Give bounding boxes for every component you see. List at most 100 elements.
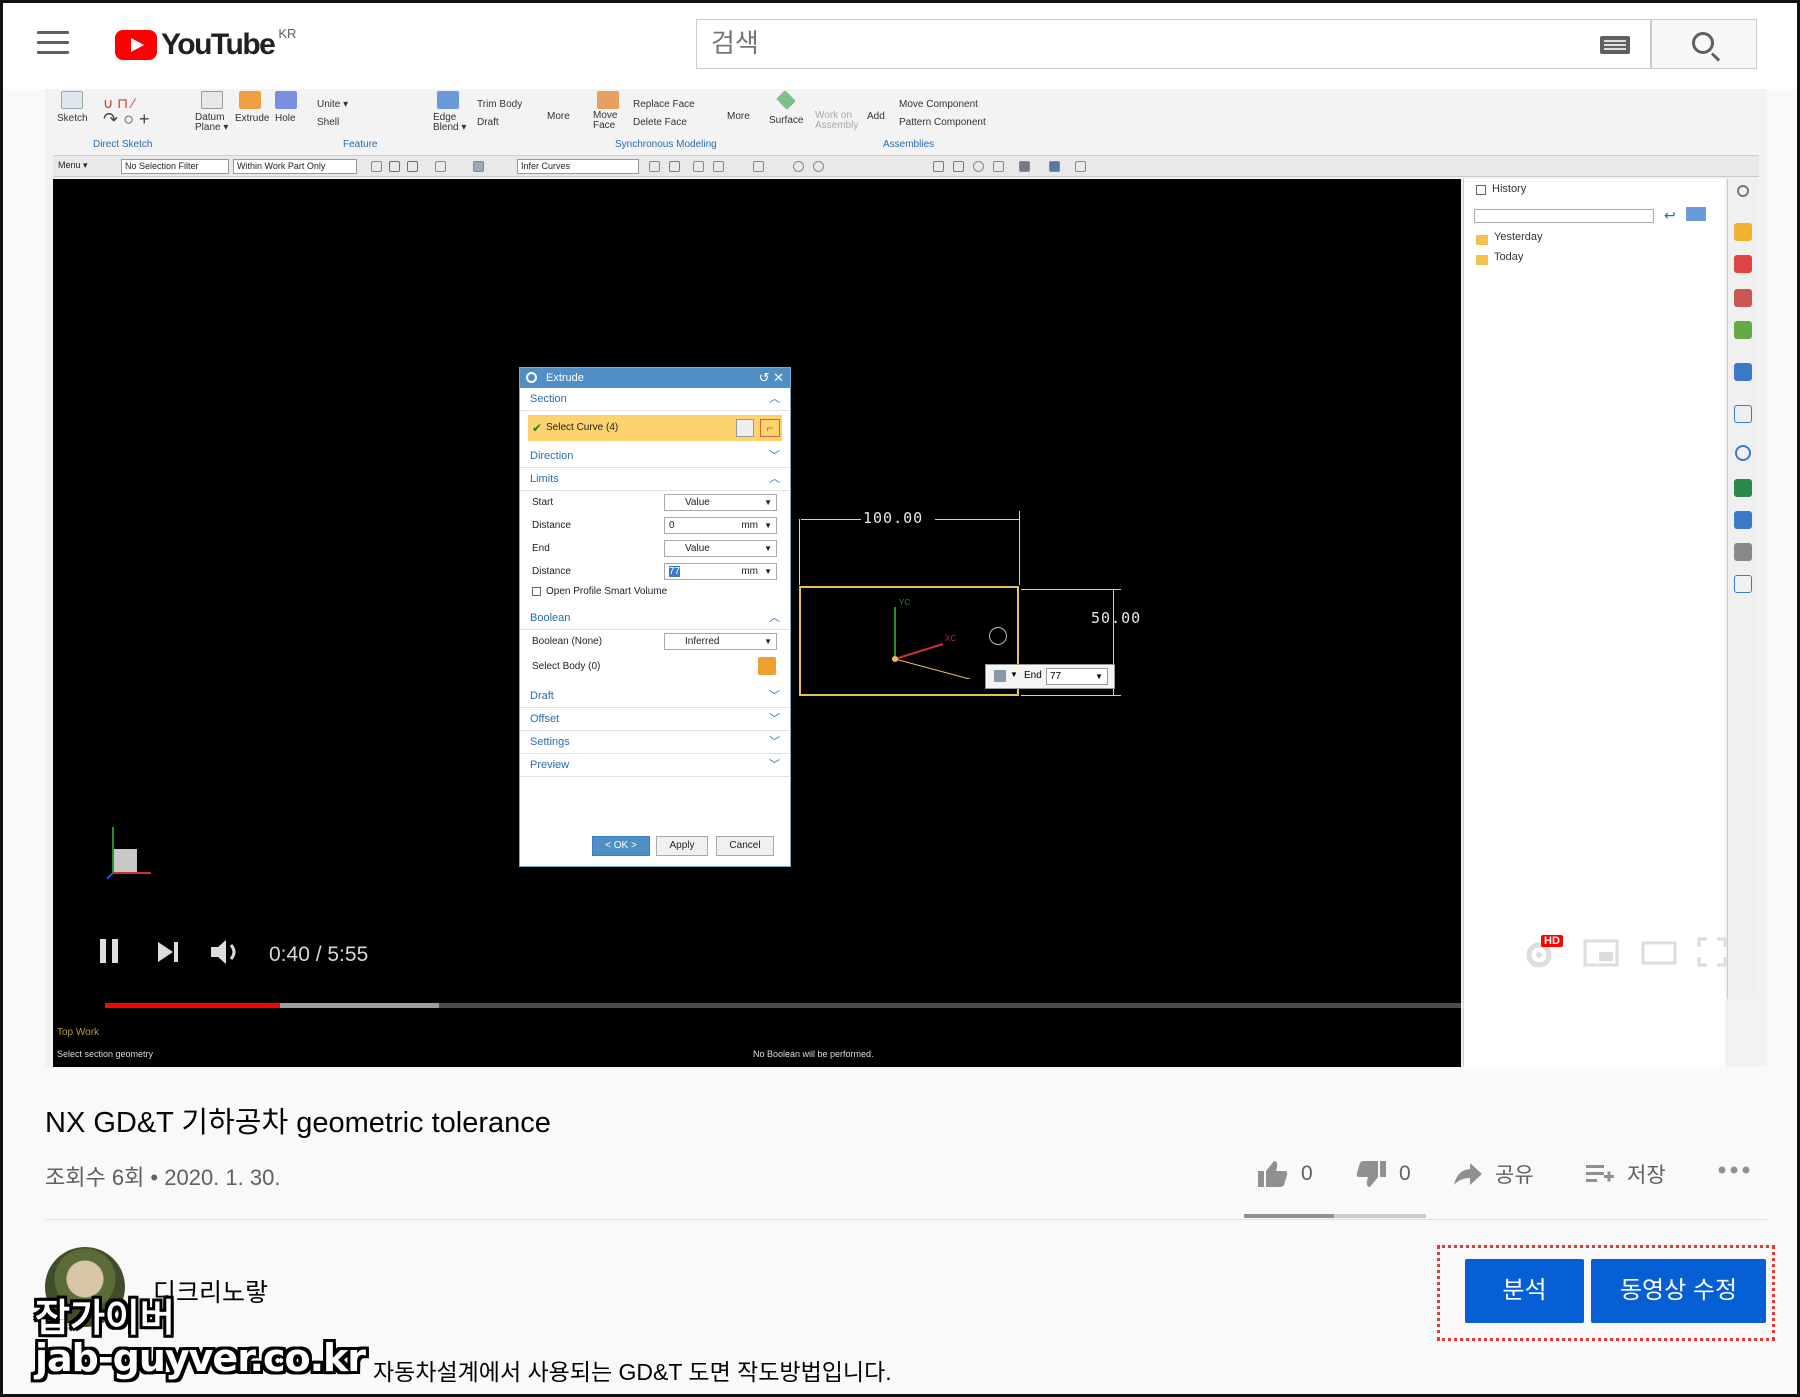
pause-icon[interactable] (97, 937, 121, 970)
history-filter-dropdown[interactable] (1474, 209, 1654, 223)
ribbon-surface[interactable]: Surface (769, 115, 803, 126)
start-distance-input[interactable]: 0 mm ▼ (664, 517, 777, 534)
cancel-button[interactable]: Cancel (716, 836, 774, 856)
keyboard-icon[interactable] (1600, 36, 1630, 54)
section-header[interactable]: Section ︿ (520, 388, 790, 411)
ribbon-unite[interactable]: Unite ▾ (317, 99, 348, 110)
end-distance-input[interactable]: 77 mm ▼ (664, 563, 777, 580)
toolbar-snap-icon[interactable] (813, 161, 824, 172)
preview-header[interactable]: Preview ﹀ (520, 754, 790, 777)
start-type-dropdown[interactable]: Value ▼ (664, 494, 777, 511)
direction-header[interactable]: Direction ﹀ (520, 445, 790, 468)
ribbon-delete-face[interactable]: Delete Face (633, 117, 687, 128)
limits-header[interactable]: Limits ︿ (520, 468, 790, 491)
ok-button[interactable]: < OK > (592, 836, 650, 856)
constraint-navigator-icon[interactable] (1734, 289, 1752, 307)
toolbar-view-icon[interactable] (933, 161, 944, 172)
history-item-today[interactable]: Today (1494, 251, 1523, 263)
web-browser-icon[interactable] (1734, 363, 1752, 381)
width-dimension[interactable]: 100.00 (863, 509, 923, 527)
miniplayer-icon[interactable] (1583, 939, 1619, 972)
save-button[interactable]: 저장 (1585, 1159, 1666, 1189)
toolbar-view-icon[interactable] (1019, 161, 1030, 172)
curve-select-icon[interactable]: ⌐ (760, 419, 780, 437)
youtube-logo[interactable]: YouTube KR (115, 26, 296, 63)
hamburger-menu-icon[interactable] (37, 31, 69, 57)
apply-button[interactable]: Apply (656, 836, 708, 856)
end-type-dropdown[interactable]: Value ▼ (664, 540, 777, 557)
ribbon-edge-blend[interactable]: Edge Blend ▾ (433, 113, 469, 133)
select-curve-field[interactable]: ✔ Select Curve (4) ⌐ (528, 415, 782, 441)
ribbon-extrude[interactable]: Extrude (235, 113, 269, 124)
volume-icon[interactable] (209, 937, 245, 972)
boolean-header[interactable]: Boolean ︿ (520, 607, 790, 630)
ribbon-hole[interactable]: Hole (275, 113, 296, 124)
dialog-reset-close-icon[interactable]: ↺ ✕ (759, 368, 784, 388)
toolbar-tool-icon[interactable] (407, 161, 418, 172)
toolbar-view-icon[interactable] (953, 161, 964, 172)
video-player[interactable]: Sketch ∪ ⊓ ∕ ↷ ○ + Direct Sketch Datum P… (45, 89, 1767, 1067)
reuse-library-icon[interactable] (1734, 321, 1752, 339)
ribbon-add[interactable]: Add (867, 111, 885, 122)
dislike-button[interactable]: 0 (1355, 1159, 1411, 1189)
fullscreen-icon[interactable] (1697, 937, 1727, 972)
more-actions-icon[interactable] (1717, 1165, 1763, 1175)
checkbox-icon[interactable] (532, 586, 541, 596)
settings-gear-icon[interactable] (1737, 185, 1749, 197)
ribbon-shell[interactable]: Shell (317, 117, 339, 128)
open-profile-row[interactable]: Open Profile Smart Volume (520, 583, 790, 603)
toolbar-snap-icon[interactable] (693, 161, 704, 172)
document-icon[interactable] (1734, 405, 1752, 423)
ribbon-more-2[interactable]: More (727, 111, 750, 122)
history-image-icon[interactable] (1686, 207, 1706, 221)
analytics-button[interactable]: 분석 (1465, 1259, 1584, 1323)
ribbon-move-face[interactable]: Move Face (593, 111, 625, 131)
toolbar-snap-icon[interactable] (753, 161, 764, 172)
curve-rule-dropdown[interactable]: Infer Curves (517, 159, 639, 174)
ribbon-move-component[interactable]: Move Component (899, 99, 978, 110)
selection-scope-dropdown[interactable]: Within Work Part Only (233, 159, 357, 174)
toolbar-tool-icon[interactable] (435, 161, 446, 172)
offset-header[interactable]: Offset ﹀ (520, 708, 790, 731)
ribbon-draft[interactable]: Draft (477, 117, 499, 128)
video-progress-bar[interactable] (105, 1003, 1695, 1008)
theater-mode-icon[interactable] (1641, 941, 1677, 970)
toolbar-view-icon[interactable] (1049, 161, 1060, 172)
history-item-yesterday[interactable]: Yesterday (1494, 231, 1543, 243)
body-cube-icon[interactable] (758, 657, 776, 675)
grid-icon[interactable] (1734, 575, 1752, 593)
toolbar-snap-icon[interactable] (713, 161, 724, 172)
boolean-type-dropdown[interactable]: Inferred ▼ (664, 633, 777, 650)
roles-icon[interactable] (1734, 479, 1752, 497)
draft-header[interactable]: Draft ﹀ (520, 685, 790, 708)
ribbon-replace-face[interactable]: Replace Face (633, 99, 695, 110)
drag-handle-icon[interactable] (989, 627, 1007, 645)
toolbar-tool-icon[interactable] (389, 161, 400, 172)
share-button[interactable]: 공유 (1453, 1159, 1534, 1189)
toolbar-view-icon[interactable] (993, 161, 1004, 172)
toolbar-snap-icon[interactable] (793, 161, 804, 172)
history-back-icon[interactable]: ↩ (1664, 207, 1676, 224)
limit-type-icon[interactable] (994, 670, 1006, 682)
toolbar-view-icon[interactable] (1075, 161, 1086, 172)
ribbon-pattern-component[interactable]: Pattern Component (899, 117, 986, 128)
tool-icon[interactable] (1734, 543, 1752, 561)
selection-filter-dropdown[interactable]: No Selection Filter (121, 159, 229, 174)
ribbon-datum-plane[interactable]: Datum Plane ▾ (195, 113, 235, 133)
edit-video-button[interactable]: 동영상 수정 (1591, 1259, 1766, 1323)
toolbar-snap-icon[interactable] (649, 161, 660, 172)
sketch-section-icon[interactable] (736, 419, 754, 437)
toolbar-snap-icon[interactable] (669, 161, 680, 172)
height-dimension[interactable]: 50.00 (1091, 609, 1141, 627)
ribbon-trim-body[interactable]: Trim Body (477, 99, 522, 110)
ribbon-more[interactable]: More (547, 111, 570, 122)
system-scene-icon[interactable] (1734, 511, 1752, 529)
toolbar-view-icon[interactable] (973, 161, 984, 172)
dropdown-arrow-icon[interactable]: ▼ (1010, 670, 1018, 679)
toolbar-tool-icon[interactable] (473, 161, 484, 172)
next-video-icon[interactable] (155, 939, 181, 970)
ribbon-work-on-assembly[interactable]: Work on Assembly (815, 111, 859, 131)
like-button[interactable]: 0 (1257, 1159, 1313, 1189)
menu-button[interactable]: Menu ▾ (55, 159, 88, 174)
history-clock-icon[interactable] (1735, 445, 1751, 461)
